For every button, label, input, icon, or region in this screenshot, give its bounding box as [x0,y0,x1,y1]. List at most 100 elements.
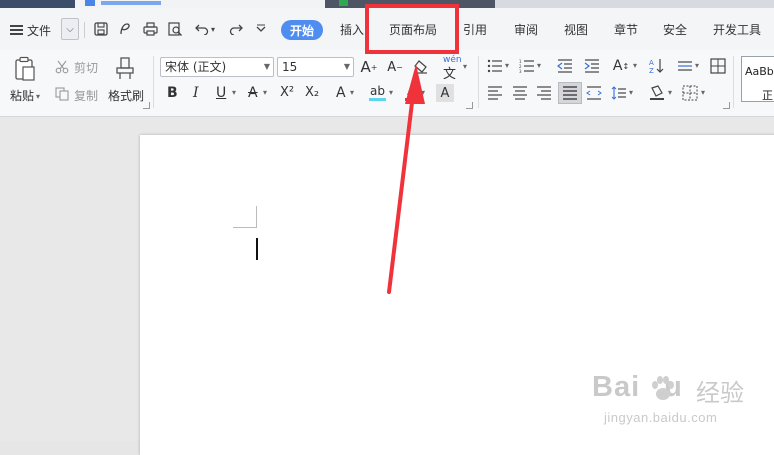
tab-insert[interactable]: 插入 [340,21,364,39]
customize-toolbar-chevron-icon[interactable] [252,20,270,38]
tab-home[interactable]: 开始 [281,20,323,40]
shading-dropdown-chevron-icon[interactable]: ▾ [668,88,672,97]
justify-icon[interactable] [558,82,582,104]
text-effect-icon[interactable]: A [336,84,346,102]
pinyin-guide-icon[interactable]: wén 文 [440,55,462,82]
style-preview-text: AaBb [745,65,774,78]
character-shading-icon[interactable]: A [436,84,454,102]
bullet-list-icon[interactable] [486,58,504,74]
align-center-icon[interactable] [511,85,529,101]
hamburger-icon [10,25,23,35]
paragraph-dialog-launcher[interactable] [723,102,730,109]
font-family-select[interactable]: 宋体 (正文) ▼ [160,57,274,77]
document-tab[interactable] [75,0,325,8]
font-color-dropdown-chevron-icon[interactable]: ▾ [421,88,425,97]
svg-text:Z: Z [649,67,654,74]
borders-icon[interactable] [681,84,699,102]
format-painter-icon[interactable] [114,56,138,82]
underline-dropdown-chevron-icon[interactable]: ▾ [232,88,236,97]
tab-sections[interactable]: 章节 [614,21,638,39]
svg-text:3: 3 [519,69,522,73]
paragraph-shading-icon[interactable] [647,84,667,102]
clipboard-dialog-launcher[interactable] [143,102,150,109]
svg-text:A: A [649,59,654,67]
borders-dropdown-chevron-icon[interactable]: ▾ [701,88,705,97]
bullet-dropdown-chevron-icon[interactable]: ▾ [505,61,509,70]
line-spacing-icon[interactable] [610,85,628,101]
ribbon-divider [478,56,479,108]
print-icon[interactable] [141,20,159,38]
paste-icon[interactable] [12,55,38,83]
line-spacing-dropdown-chevron-icon[interactable]: ▾ [629,88,633,97]
italic-button[interactable]: I [193,84,199,102]
style-preview-name: 正 [762,89,773,102]
change-case-dropdown-chevron-icon[interactable]: ▾ [633,61,637,70]
grow-font-icon[interactable]: A + [360,58,378,76]
page-layout-highlight-box [365,4,459,54]
numbered-list-icon[interactable]: 123 [518,58,536,74]
decrease-indent-icon[interactable] [556,58,574,74]
writer-doc-icon [85,0,95,6]
align-right-icon[interactable] [535,85,553,101]
file-menu-label: 文件 [27,23,52,38]
strikethrough-dropdown-chevron-icon[interactable]: ▾ [263,88,267,97]
print-preview-icon[interactable] [166,20,184,38]
file-dropdown-chevron-icon[interactable]: ⌵ [61,18,79,40]
tab-security[interactable]: 安全 [663,21,687,39]
numbering-dropdown-chevron-icon[interactable]: ▾ [537,61,541,70]
font-size-select[interactable]: 15 ▼ [277,57,354,77]
copy-button[interactable]: 复制 [74,87,98,104]
change-case-icon[interactable]: A ↕ [609,56,633,76]
spreadsheet-icon [339,0,348,6]
paw-icon [652,376,674,400]
text-effect-dropdown-chevron-icon[interactable]: ▾ [350,88,354,97]
font-color-icon[interactable]: A [404,84,420,102]
strikethrough-icon[interactable]: A [248,84,258,102]
file-menu-button[interactable]: 文件 [10,20,51,40]
cut-icon[interactable] [54,59,70,75]
subscript-button[interactable]: X₂ [305,84,319,102]
font-dialog-launcher[interactable] [466,102,473,109]
pinyin-dropdown-chevron-icon[interactable]: ▾ [463,62,467,71]
save-icon[interactable] [92,20,110,38]
output-pdf-icon[interactable] [116,20,134,38]
ribbon-divider [733,56,734,108]
shrink-font-icon[interactable]: A − [386,58,404,76]
font-size-value: 15 [282,60,298,74]
highlight-dropdown-chevron-icon[interactable]: ▾ [389,88,393,97]
text-cursor [256,238,258,260]
watermark-jingyan: 经验 [696,379,744,407]
tab-references[interactable]: 引用 [463,21,487,39]
superscript-button[interactable]: X² [280,84,294,102]
paste-button[interactable]: 粘贴 ▾ [10,87,40,104]
tab-view[interactable]: 视图 [564,21,588,39]
baidu-jingyan-watermark: Baiu 经验 jingyan.baidu.com [592,371,767,433]
marks-dropdown-chevron-icon[interactable]: ▾ [695,61,699,70]
undo-dropdown-chevron-icon[interactable]: ▾ [208,20,218,38]
tab-developer-tools[interactable]: 开发工具 [713,21,761,39]
app-tab-area[interactable] [0,0,75,8]
font-family-value: 宋体 (正文) [165,60,227,74]
document-tab-title [101,1,161,5]
ribbon-toolbar: 粘贴 ▾ 剪切 复制 格式刷 宋体 (正文) ▼ 15 ▼ A + A − wén 文 ▾… [0,50,774,117]
style-normal-preview[interactable]: AaBb 正 [741,56,774,102]
watermark-url: jingyan.baidu.com [604,410,718,425]
tab-review[interactable]: 审阅 [514,21,538,39]
align-left-icon[interactable] [486,85,504,101]
show-hide-marks-icon[interactable] [676,58,694,74]
sort-icon[interactable]: AZ [648,57,666,75]
distributed-align-icon[interactable] [585,85,603,101]
table-grid-icon[interactable] [709,57,727,75]
bold-button[interactable]: B [167,84,178,102]
redo-icon[interactable] [227,20,245,38]
tab-home-label: 开始 [289,23,314,38]
watermark-logo-head: Bai [592,371,641,403]
increase-indent-icon[interactable] [583,58,601,74]
page-margin-marker [233,206,257,228]
format-painter-button[interactable]: 格式刷 [108,87,144,104]
copy-icon[interactable] [54,86,70,102]
underline-button[interactable]: U [216,84,226,102]
cut-button[interactable]: 剪切 [74,59,98,76]
highlight-color-icon[interactable]: ab [368,84,388,102]
clear-format-icon[interactable] [412,58,430,76]
